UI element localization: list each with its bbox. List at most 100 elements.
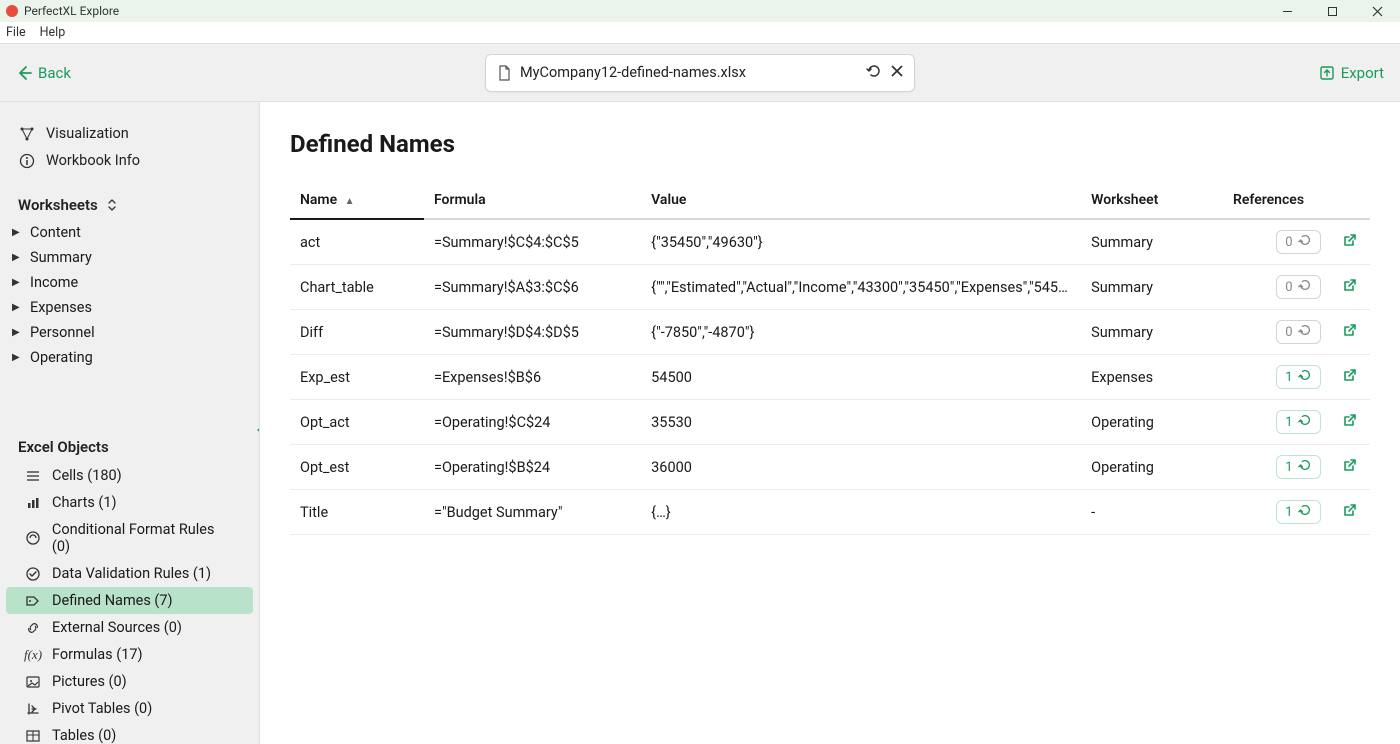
sidebar-item-label: Workbook Info [46,152,140,169]
data-validation-icon [24,566,42,582]
charts-icon [24,495,42,511]
column-header-worksheet[interactable]: Worksheet [1081,182,1223,219]
row-export-button[interactable] [1331,490,1371,535]
references-count: 0 [1285,235,1292,250]
cell-formula: =Summary!$C$4:$C$5 [424,219,641,265]
row-export-button[interactable] [1331,400,1371,445]
close-button[interactable] [1355,0,1400,22]
chevron-right-icon: ▶ [12,352,22,363]
cell-formula: ="Budget Summary" [424,490,641,535]
column-header-formula[interactable]: Formula [424,182,641,219]
table-row[interactable]: Opt_act=Operating!$C$2435530Operating1 [290,400,1370,445]
row-export-button[interactable] [1331,310,1371,355]
cell-name: Exp_est [290,355,424,400]
sidebar-worksheet-item[interactable]: ▶Expenses [0,295,259,320]
references-count: 1 [1285,370,1292,385]
references-pill[interactable]: 0 [1276,320,1320,344]
cell-formula: =Summary!$A$3:$C$6 [424,265,641,310]
sidebar-worksheet-item[interactable]: ▶Income [0,270,259,295]
sidebar: Visualization Workbook Info Worksheets ▶… [0,102,260,744]
table-row[interactable]: Exp_est=Expenses!$B$654500Expenses1 [290,355,1370,400]
references-count: 1 [1285,460,1292,475]
references-count: 0 [1285,325,1292,340]
references-pill[interactable]: 1 [1276,365,1320,389]
file-icon [496,65,512,81]
cell-worksheet: Operating [1081,400,1223,445]
menu-file[interactable]: File [6,25,26,40]
sidebar-item-data-validation[interactable]: Data Validation Rules (1) [6,560,253,587]
sidebar-item-conditional-format[interactable]: Conditional Format Rules (0) [6,516,253,560]
export-label: Export [1341,64,1384,82]
close-file-icon[interactable] [890,64,904,82]
chevron-right-icon: ▶ [12,252,22,263]
export-icon [1319,65,1335,81]
sidebar-item-cells[interactable]: Cells (180) [6,462,253,489]
excel-objects-header: Excel Objects [0,430,259,462]
column-header-references[interactable]: References [1223,182,1331,219]
cell-formula: =Summary!$D$4:$D$5 [424,310,641,355]
sidebar-item-label: Cells (180) [52,467,122,484]
sidebar-item-visualization[interactable]: Visualization [0,120,259,147]
references-count: 0 [1285,280,1292,295]
info-icon [18,153,36,169]
sidebar-item-charts[interactable]: Charts (1) [6,489,253,516]
row-export-button[interactable] [1331,355,1371,400]
column-header-value[interactable]: Value [641,182,1081,219]
row-export-button[interactable] [1331,219,1371,265]
cell-name: Title [290,490,424,535]
references-pill[interactable]: 1 [1276,410,1320,434]
file-box: MyCompany12-defined-names.xlsx [485,54,915,92]
sidebar-item-tables[interactable]: Tables (0) [6,722,253,744]
sidebar-worksheet-item[interactable]: ▶Operating [0,345,259,370]
minimize-button[interactable] [1265,0,1310,22]
cell-value: {…} [641,490,1081,535]
defined-names-table: Name ▲ Formula Value Worksheet Reference… [290,182,1370,535]
main-content: Defined Names Name ▲ Formula Value Works… [260,102,1400,744]
external-sources-icon [24,620,42,636]
sidebar-worksheet-item[interactable]: ▶Personnel [0,320,259,345]
cell-name: act [290,219,424,265]
worksheets-header-label: Worksheets [18,196,98,214]
worksheet-label: Expenses [30,299,92,316]
sidebar-item-workbook-info[interactable]: Workbook Info [0,147,259,174]
export-button[interactable]: Export [1319,64,1384,82]
cell-name: Opt_est [290,445,424,490]
table-row[interactable]: Opt_est=Operating!$B$2436000Operating1 [290,445,1370,490]
references-icon [1298,233,1312,251]
back-button[interactable]: Back [16,64,71,82]
table-row[interactable]: Diff=Summary!$D$4:$D$5{"-7850","-4870"}S… [290,310,1370,355]
sidebar-collapse-handle[interactable] [257,422,260,438]
cell-value: 36000 [641,445,1081,490]
sidebar-item-label: External Sources (0) [52,619,182,636]
cell-value: 35530 [641,400,1081,445]
tables-icon [24,728,42,744]
table-row[interactable]: act=Summary!$C$4:$C$5{"35450","49630"}Su… [290,219,1370,265]
sidebar-item-pivot-tables[interactable]: Pivot Tables (0) [6,695,253,722]
references-pill[interactable]: 0 [1276,230,1320,254]
table-row[interactable]: Title="Budget Summary"{…}-1 [290,490,1370,535]
table-row[interactable]: Chart_table=Summary!$A$3:$C$6{"","Estima… [290,265,1370,310]
sidebar-item-pictures[interactable]: Pictures (0) [6,668,253,695]
maximize-button[interactable] [1310,0,1355,22]
cell-references: 0 [1223,310,1331,355]
sidebar-worksheet-item[interactable]: ▶ Summary [0,245,259,270]
row-export-button[interactable] [1331,445,1371,490]
sidebar-item-defined-names[interactable]: Defined Names (7) [6,587,253,614]
worksheet-label: Summary [30,249,92,266]
column-header-name[interactable]: Name ▲ [290,182,424,219]
cell-worksheet: Summary [1081,219,1223,265]
worksheets-header[interactable]: Worksheets [0,188,259,220]
cell-worksheet: Operating [1081,445,1223,490]
references-pill[interactable]: 0 [1276,275,1320,299]
references-pill[interactable]: 1 [1276,500,1320,524]
menu-help[interactable]: Help [40,25,66,40]
row-export-button[interactable] [1331,265,1371,310]
conditional-format-icon [24,530,42,546]
references-pill[interactable]: 1 [1276,455,1320,479]
cells-icon [24,468,42,484]
app-title: PerfectXL Explore [24,4,119,18]
sidebar-item-external-sources[interactable]: External Sources (0) [6,614,253,641]
sidebar-item-formulas[interactable]: f(x) Formulas (17) [6,641,253,668]
sidebar-worksheet-item[interactable]: ▶Content [0,220,259,245]
undo-icon[interactable] [866,63,882,83]
